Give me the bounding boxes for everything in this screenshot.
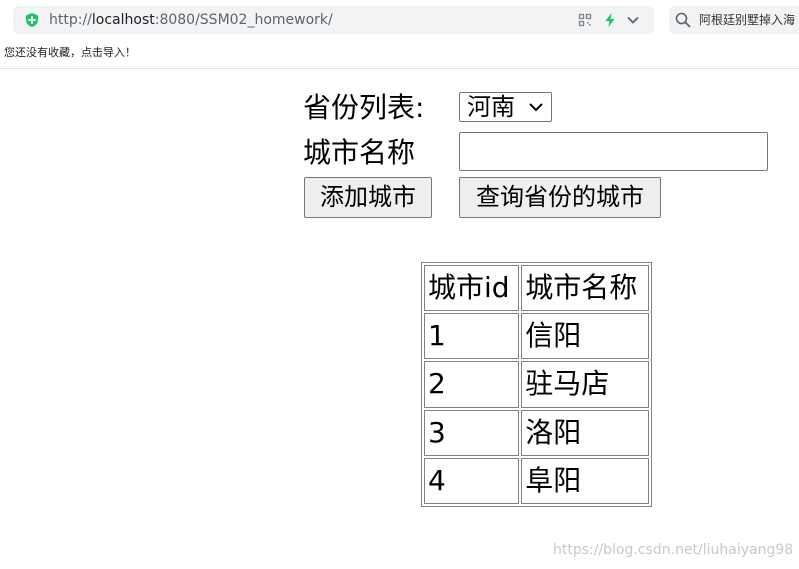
search-icon — [675, 12, 691, 28]
lightning-icon[interactable] — [602, 12, 618, 28]
bookmark-bar: 您还没有收藏，点击导入！ — [0, 40, 799, 69]
city-id-cell: 4 — [424, 457, 520, 504]
province-label: 省份列表: — [303, 91, 425, 124]
city-name-cell: 阜阳 — [521, 457, 649, 504]
shield-icon — [26, 13, 38, 27]
bookmark-import-hint[interactable]: 您还没有收藏，点击导入！ — [4, 46, 136, 60]
city-name-cell: 洛阳 — [521, 409, 649, 456]
column-header-city-name: 城市名称 — [521, 265, 649, 312]
city-table: 城市id 城市名称 1 信阳 2 驻马店 3 洛阳 4 阜阳 — [421, 262, 652, 507]
qr-code-icon[interactable] — [577, 12, 593, 28]
chevron-down-icon — [529, 103, 543, 112]
add-city-button[interactable]: 添加城市 — [304, 177, 432, 218]
search-suggestion: 阿根廷别墅掉入海 — [699, 13, 796, 27]
table-row: 4 阜阳 — [424, 457, 649, 504]
city-id-cell: 2 — [424, 361, 520, 408]
url-prefix: http:// — [49, 12, 92, 28]
url-path: :8080/SSM02_homework/ — [154, 12, 333, 28]
city-id-cell: 1 — [424, 313, 520, 360]
table-row: 1 信阳 — [424, 313, 649, 360]
city-id-cell: 3 — [424, 409, 520, 456]
city-name-cell: 信阳 — [521, 313, 649, 360]
city-name-cell: 驻马店 — [521, 361, 649, 408]
city-name-input[interactable] — [459, 132, 768, 171]
search-box[interactable]: 阿根廷别墅掉入海 — [669, 6, 799, 34]
watermark: https://blog.csdn.net/liuhaiyang98 — [553, 542, 794, 558]
browser-toolbar: http://localhost:8080/SSM02_homework/ 阿根… — [0, 0, 799, 40]
url-text[interactable]: http://localhost:8080/SSM02_homework/ — [49, 11, 333, 29]
province-selected-value: 河南 — [467, 93, 515, 121]
column-header-city-id: 城市id — [424, 265, 520, 312]
city-name-label: 城市名称 — [303, 136, 416, 169]
table-header-row: 城市id 城市名称 — [424, 265, 649, 312]
url-host: localhost — [91, 12, 155, 28]
address-bar[interactable]: http://localhost:8080/SSM02_homework/ — [13, 6, 654, 34]
table-row: 2 驻马店 — [424, 361, 649, 408]
query-province-cities-button[interactable]: 查询省份的城市 — [459, 177, 661, 218]
table-row: 3 洛阳 — [424, 409, 649, 456]
chevron-down-icon[interactable] — [625, 12, 641, 28]
province-select[interactable]: 河南 — [459, 92, 552, 122]
